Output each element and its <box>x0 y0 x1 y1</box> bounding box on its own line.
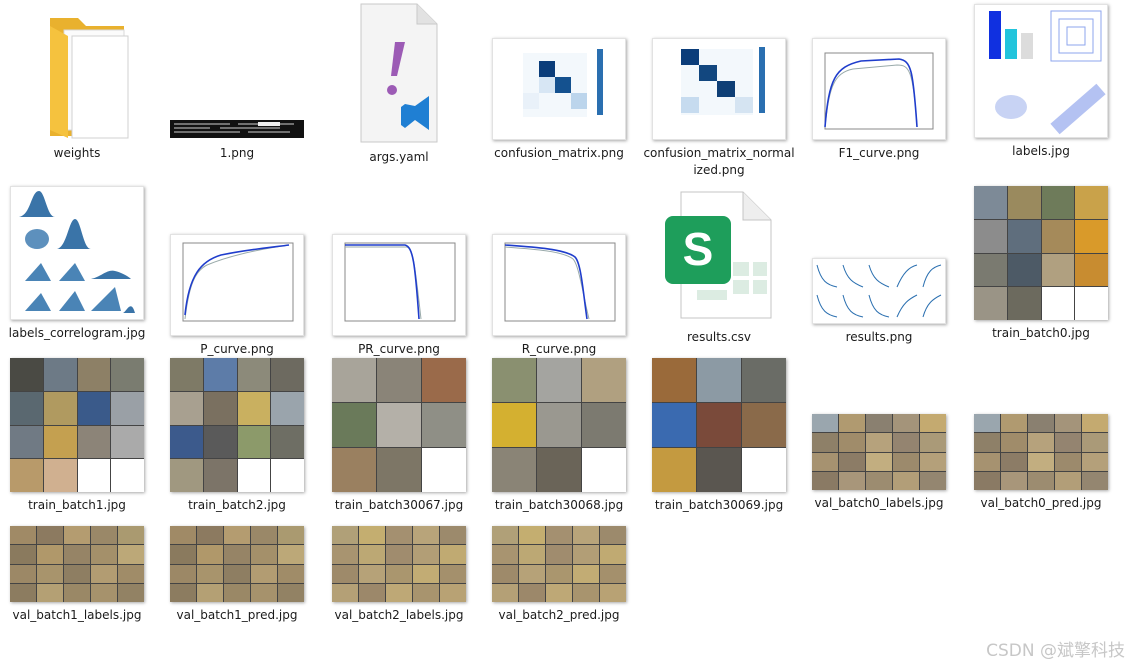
file-results-csv[interactable]: S results.csv <box>642 186 796 346</box>
f1-curve-thumbnail <box>812 38 946 140</box>
train-batch2-thumbnail <box>170 358 304 492</box>
file-results-png[interactable]: results.png <box>802 186 956 346</box>
file-name: weights <box>53 146 101 160</box>
file-f1-curve[interactable]: F1_curve.png <box>802 8 956 162</box>
file-confusion-matrix-normalized[interactable]: confusion_matrix_normalized.png <box>642 8 796 179</box>
val-batch1-labels-thumbnail <box>10 526 144 602</box>
file-val-batch0-pred[interactable]: val_batch0_pred.jpg <box>964 358 1118 512</box>
yaml-document-icon <box>359 2 439 144</box>
file-1-png[interactable]: 1.png <box>160 8 314 162</box>
file-name: val_batch0_pred.jpg <box>980 496 1102 510</box>
file-name: train_batch1.jpg <box>28 498 126 512</box>
val-batch1-pred-thumbnail <box>170 526 304 602</box>
train-batch30068-thumbnail <box>492 358 626 492</box>
labels-correlogram-thumbnail <box>10 186 144 320</box>
file-train-batch2[interactable]: train_batch2.jpg <box>160 358 314 514</box>
file-train-batch1[interactable]: train_batch1.jpg <box>0 358 154 514</box>
spreadsheet-icon: S <box>663 186 775 324</box>
file-name: train_batch30068.jpg <box>494 498 624 512</box>
file-name: train_batch30067.jpg <box>334 498 464 512</box>
file-name: train_batch0.jpg <box>992 326 1090 340</box>
file-name: val_batch1_labels.jpg <box>12 608 142 622</box>
file-name: args.yaml <box>369 150 429 164</box>
train-batch30067-thumbnail <box>332 358 466 492</box>
train-batch0-thumbnail <box>974 186 1108 320</box>
file-name: results.csv <box>687 330 751 344</box>
file-name: labels.jpg <box>1012 144 1070 158</box>
terminal-thumbnail <box>170 8 304 140</box>
file-name: val_batch0_labels.jpg <box>814 496 944 510</box>
file-name: train_batch30069.jpg <box>654 498 784 512</box>
file-name: results.png <box>845 330 913 344</box>
labels-thumbnail <box>974 4 1108 138</box>
file-val-batch0-labels[interactable]: val_batch0_labels.jpg <box>802 358 956 512</box>
val-batch0-labels-thumbnail <box>812 414 946 490</box>
folder-icon <box>22 8 132 140</box>
confusion-matrix-normalized-thumbnail <box>652 38 786 140</box>
file-name: train_batch2.jpg <box>188 498 286 512</box>
file-train-batch30067[interactable]: train_batch30067.jpg <box>322 358 476 514</box>
file-r-curve[interactable]: R_curve.png <box>482 186 636 358</box>
file-labels[interactable]: labels.jpg <box>964 0 1118 160</box>
confusion-matrix-thumbnail <box>492 38 626 140</box>
file-name: R_curve.png <box>521 342 597 356</box>
val-batch2-pred-thumbnail <box>492 526 626 602</box>
file-val-batch2-pred[interactable]: val_batch2_pred.jpg <box>482 526 636 624</box>
val-batch2-labels-thumbnail <box>332 526 466 602</box>
train-batch1-thumbnail <box>10 358 144 492</box>
file-name: F1_curve.png <box>838 146 920 160</box>
train-batch30069-thumbnail <box>652 358 786 492</box>
file-labels-correlogram[interactable]: labels_correlogram.jpg <box>0 186 154 342</box>
file-train-batch0[interactable]: train_batch0.jpg <box>964 186 1118 342</box>
file-val-batch1-labels[interactable]: val_batch1_labels.jpg <box>0 526 154 624</box>
file-train-batch30069[interactable]: train_batch30069.jpg <box>642 358 796 514</box>
file-p-curve[interactable]: P_curve.png <box>160 186 314 358</box>
file-name: labels_correlogram.jpg <box>8 326 146 340</box>
file-pr-curve[interactable]: PR_curve.png <box>322 186 476 358</box>
p-curve-thumbnail <box>170 234 304 336</box>
watermark: CSDN @斌擎科技 <box>986 641 1125 661</box>
file-args-yaml[interactable]: args.yaml <box>322 2 476 166</box>
file-name: P_curve.png <box>200 342 274 356</box>
file-train-batch30068[interactable]: train_batch30068.jpg <box>482 358 636 514</box>
file-name: confusion_matrix.png <box>494 146 624 160</box>
results-thumbnail <box>812 258 946 324</box>
file-name: PR_curve.png <box>358 342 440 356</box>
file-val-batch2-labels[interactable]: val_batch2_labels.jpg <box>322 526 476 624</box>
file-name: confusion_matrix_normalized.png <box>643 146 795 177</box>
pr-curve-thumbnail <box>332 234 466 336</box>
file-name: val_batch2_pred.jpg <box>498 608 620 622</box>
file-name: 1.png <box>219 146 255 160</box>
file-name: val_batch1_pred.jpg <box>176 608 298 622</box>
file-val-batch1-pred[interactable]: val_batch1_pred.jpg <box>160 526 314 624</box>
file-name: val_batch2_labels.jpg <box>334 608 464 622</box>
val-batch0-pred-thumbnail <box>974 414 1108 490</box>
file-confusion-matrix[interactable]: confusion_matrix.png <box>482 8 636 162</box>
file-weights[interactable]: weights <box>0 8 154 162</box>
svg-text:S: S <box>683 223 714 275</box>
r-curve-thumbnail <box>492 234 626 336</box>
